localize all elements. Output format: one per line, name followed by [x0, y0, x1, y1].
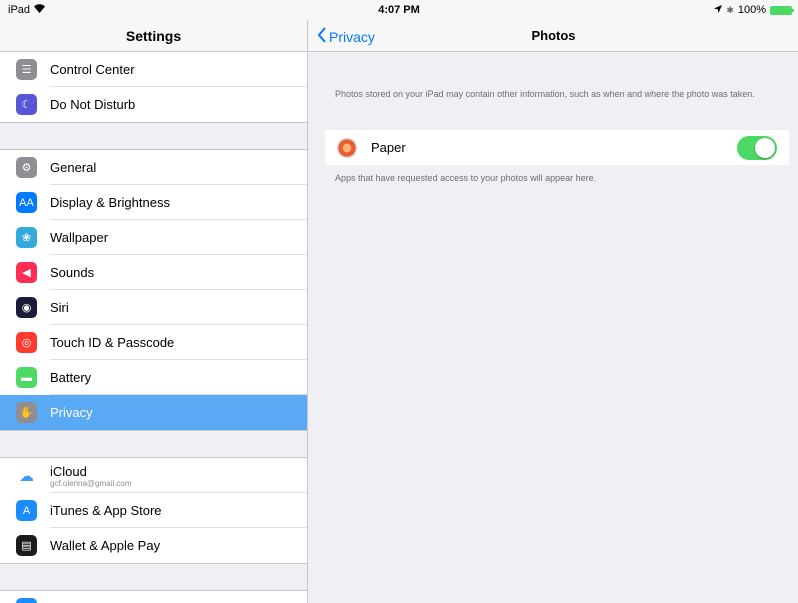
status-right: ✱ 100% — [714, 4, 794, 16]
sidebar-item-icloud[interactable]: ☁ iCloud gcf.olenna@gmail.com — [0, 458, 307, 493]
settings-group: ☁ iCloud gcf.olenna@gmail.com AiTunes & App… — [0, 458, 307, 563]
sidebar-item-label: General — [50, 160, 97, 175]
sidebar-item-control-center[interactable]: ☰ Control Center — [0, 52, 307, 87]
battery-icon — [770, 5, 794, 15]
sidebar-item-general[interactable]: ⚙ General — [0, 150, 307, 185]
sidebar-item-label: Display & Brightness — [50, 195, 170, 210]
sidebar-item-label: Siri — [50, 300, 69, 315]
sidebar-item-display-brightness[interactable]: AA Display & Brightness — [0, 185, 307, 220]
sidebar-item-privacy[interactable]: ✋ Privacy — [0, 395, 307, 430]
sidebar-item-label: Control Center — [50, 62, 135, 77]
paper-app-icon — [337, 137, 357, 158]
moon-icon: ☾ — [16, 94, 37, 115]
sidebar-item-text: Siri — [50, 300, 69, 315]
main-header: Privacy Photos — [309, 20, 798, 52]
sidebar-item-text: Do Not Disturb — [50, 97, 135, 112]
gear-icon: ⚙ — [16, 157, 37, 178]
battery-percent: 100% — [737, 4, 766, 16]
sidebar-item-label: Touch ID & Passcode — [50, 335, 175, 350]
sidebar-list: ☰ Control Center ☾ Do Not Disturb ⚙ General AA… — [0, 52, 307, 603]
app-store-icon: A — [16, 500, 37, 521]
app-row-paper[interactable]: Paper — [325, 130, 789, 165]
footer-text: Apps that have requested access to your … — [335, 173, 597, 183]
sidebar-title: Settings — [0, 20, 307, 52]
sidebar-item-sounds[interactable]: ◀ Sounds — [0, 255, 307, 290]
sidebar-item-wallet-apple-pay[interactable]: ▤ Wallet & Apple Pay — [0, 528, 307, 563]
sidebar-item-mail[interactable]: ✉Mail — [0, 591, 307, 603]
settings-group: ☰ Control Center ☾ Do Not Disturb — [0, 52, 307, 122]
sidebar-item-battery[interactable]: ▬ Battery — [0, 360, 307, 395]
info-text: Photos stored on your iPad may contain o… — [335, 89, 755, 99]
sidebar-item-label: Battery — [50, 370, 92, 385]
battery-icon: ▬ — [16, 367, 37, 388]
sidebar-item-label: Wallet & Apple Pay — [50, 538, 161, 553]
fingerprint-icon: ◎ — [16, 332, 37, 353]
sidebar-item-touch-id-passcode[interactable]: ◎ Touch ID & Passcode — [0, 325, 307, 360]
group-spacer — [0, 563, 307, 591]
sidebar-item-text: General — [50, 160, 96, 175]
photos-access-toggle[interactable] — [737, 136, 777, 160]
sidebar-item-text: Wallet & Apple Pay — [50, 538, 160, 553]
wallpaper-icon: ❀ — [16, 227, 37, 248]
sidebar-item-text: iTunes & App Store — [50, 503, 162, 518]
sidebar-item-do-not-disturb[interactable]: ☾ Do Not Disturb — [0, 87, 307, 122]
sidebar-item-label: Wallpaper — [50, 230, 109, 245]
control-center-icon: ☰ — [16, 59, 37, 80]
sidebar-item-text: Display & Brightness — [50, 195, 170, 210]
siri-icon: ◉ — [16, 297, 37, 318]
main-panel: Privacy Photos Photos stored on your iPa… — [309, 20, 798, 603]
sidebar-item-text: Control Center — [50, 62, 135, 77]
sidebar-item-label: iTunes & App Store — [50, 503, 162, 518]
sidebar-item-text: Battery — [50, 370, 91, 385]
sidebar-item-label: iCloud — [50, 463, 87, 479]
sidebar-item-text: Wallpaper — [50, 230, 108, 245]
sidebar-item-sublabel: gcf.olenna@gmail.com — [50, 478, 132, 488]
location-icon — [714, 4, 723, 16]
wallet-icon: ▤ — [16, 535, 37, 556]
status-time: 4:07 PM — [378, 4, 420, 16]
sidebar-item-label: Privacy — [50, 405, 93, 420]
sidebar-item-text: Touch ID & Passcode — [50, 335, 174, 350]
group-spacer — [0, 430, 307, 458]
settings-group: ⚙ General AA Display & Brightness ❀ Wallpaper… — [0, 150, 307, 430]
mail-icon: ✉ — [16, 598, 37, 603]
sidebar-item-itunes-app-store[interactable]: AiTunes & App Store — [0, 493, 307, 528]
settings-group: ✉Mail — [0, 591, 307, 603]
display-icon: AA — [16, 192, 37, 213]
settings-sidebar: Settings ☰ Control Center ☾ Do Not Disturb ⚙… — [0, 20, 308, 603]
hand-icon: ✋ — [16, 402, 37, 423]
sidebar-item-siri[interactable]: ◉ Siri — [0, 290, 307, 325]
sidebar-item-text: iCloud gcf.olenna@gmail.com — [50, 464, 132, 488]
app-label: Paper — [371, 140, 406, 155]
sidebar-item-label: Sounds — [50, 265, 95, 280]
group-spacer — [0, 122, 307, 150]
cloud-icon: ☁ — [16, 465, 37, 486]
bluetooth-icon: ✱ — [726, 4, 734, 15]
speaker-icon: ◀ — [16, 262, 37, 283]
sidebar-item-label: Do Not Disturb — [50, 97, 136, 112]
toggle-knob — [755, 138, 775, 158]
sidebar-item-wallpaper[interactable]: ❀ Wallpaper — [0, 220, 307, 255]
sidebar-item-text: Privacy — [50, 405, 93, 420]
page-title: Photos — [531, 28, 576, 43]
status-bar: iPad 4:07 PM ✱ 100% — [0, 0, 798, 20]
sidebar-item-text: Sounds — [50, 265, 94, 280]
